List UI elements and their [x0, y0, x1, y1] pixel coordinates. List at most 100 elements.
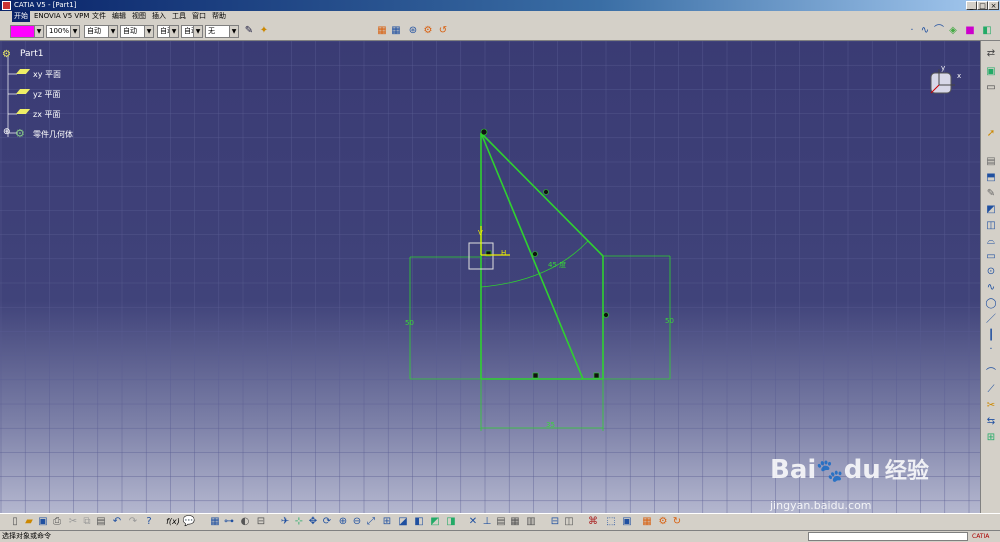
cut-part-icon[interactable]: ⊟ [548, 515, 562, 529]
menu-edit[interactable]: 编辑 [112, 11, 126, 22]
catalog-icon[interactable]: ◐ [238, 515, 252, 529]
sketch-solve-icon[interactable]: ▦ [508, 515, 522, 529]
rectangle-icon[interactable]: ▭ [984, 250, 998, 264]
menu-tools[interactable]: 工具 [172, 11, 186, 22]
opacity-combo[interactable]: 100% ▼ [46, 25, 80, 38]
constraint-symbol[interactable] [480, 128, 488, 136]
exit-workbench-icon[interactable]: ⇄ [984, 47, 998, 61]
color-swatch-combo[interactable]: ▼ [10, 25, 44, 38]
maximize-button[interactable]: □ [977, 1, 988, 10]
constraint-symbol[interactable] [603, 312, 609, 318]
swap-space-icon[interactable]: ◨ [444, 515, 458, 529]
grid-icon[interactable]: ▦ [375, 24, 389, 38]
new-file-icon[interactable]: ▯ [8, 515, 22, 529]
geometry-icon[interactable]: ◩ [984, 203, 998, 217]
circle-icon[interactable]: ⊙ [984, 265, 998, 279]
menu-file[interactable]: 文件 [92, 11, 106, 22]
inertia-icon[interactable]: ▥ [524, 515, 538, 529]
point-icon[interactable]: · [905, 24, 919, 38]
menu-help[interactable]: 帮助 [212, 11, 226, 22]
plane-tool-icon[interactable]: ▭ [984, 81, 998, 95]
zoom-out-icon[interactable]: ⊖ [350, 515, 364, 529]
pan-icon[interactable]: ✥ [306, 515, 320, 529]
fit-all-icon[interactable]: ⊹ [292, 515, 306, 529]
undo-icon[interactable]: ↶ [110, 515, 124, 529]
hide-show-icon[interactable]: ◩ [428, 515, 442, 529]
apply-icon[interactable]: ◧ [980, 24, 994, 38]
sketch-line-diagonal[interactable] [480, 132, 584, 380]
mirror-icon[interactable]: ⇆ [984, 415, 998, 429]
fly-icon[interactable]: ✈ [278, 515, 292, 529]
material-icon[interactable]: ■ [963, 24, 977, 38]
workbench-icon[interactable]: ⌘ [586, 515, 600, 529]
dimension-icon[interactable]: ⚙ [421, 24, 435, 38]
open-icon[interactable]: ▰ [22, 515, 36, 529]
project-icon[interactable]: ⊞ [984, 431, 998, 445]
dim-angle-label[interactable]: 45 度 [548, 260, 566, 269]
constraint-tool-icon[interactable]: ✕ [466, 515, 480, 529]
constraint-symbol[interactable] [593, 372, 600, 379]
corner-icon[interactable]: ⌒ [984, 367, 998, 381]
line-icon[interactable]: ／ [984, 313, 998, 327]
save-icon[interactable]: ▣ [36, 515, 50, 529]
curve-icon[interactable]: ⌒ [932, 24, 946, 38]
auto-constraint-icon[interactable]: ↺ [436, 24, 450, 38]
minimize-button[interactable]: _ [966, 1, 977, 10]
measure-icon[interactable]: ⊟ [254, 515, 268, 529]
axis-icon[interactable]: ┃ [984, 329, 998, 343]
point-combo[interactable]: 自动 ▼ [157, 25, 179, 38]
curve-tool-icon[interactable]: ∿ [984, 281, 998, 295]
iso-view-icon[interactable]: ◪ [396, 515, 410, 529]
help-icon[interactable]: ? [142, 515, 156, 529]
update-icon[interactable]: ↻ [670, 515, 684, 529]
surface-icon[interactable]: ◈ [946, 24, 960, 38]
constraint-symbol[interactable] [532, 372, 539, 379]
normal-view-icon[interactable]: ⤢ [364, 515, 378, 529]
polygon-icon[interactable]: ◫ [984, 219, 998, 233]
redo-icon[interactable]: ↷ [126, 515, 140, 529]
paste-icon[interactable]: ▤ [94, 515, 108, 529]
fix-icon[interactable]: ⊥ [480, 515, 494, 529]
pencil-icon[interactable]: ✎ [984, 187, 998, 201]
menu-insert[interactable]: 插入 [152, 11, 166, 22]
chamfer-icon[interactable]: ⟋ [984, 383, 998, 397]
filter-icon[interactable]: ▣ [620, 515, 634, 529]
spline-tool-icon[interactable]: ⌓ [984, 235, 998, 249]
zoom-in-icon[interactable]: ⊕ [336, 515, 350, 529]
dim-left-height-label[interactable]: 50 [405, 319, 414, 327]
dim-right-height-label[interactable]: 50 [665, 317, 674, 325]
constraint-icon[interactable]: ⊛ [406, 24, 420, 38]
layer-combo[interactable]: 自动 ▼ [181, 25, 203, 38]
snap-icon[interactable]: ▦ [640, 515, 654, 529]
render-combo[interactable]: 无 ▼ [205, 25, 239, 38]
linetype-combo[interactable]: 自动 ▼ [84, 25, 118, 38]
select-icon[interactable]: ➚ [984, 127, 998, 141]
tree-icon[interactable]: ⊶ [222, 515, 236, 529]
snap-grid-icon[interactable]: ▦ [389, 24, 403, 38]
multi-view-icon[interactable]: ⊞ [380, 515, 394, 529]
comment-icon[interactable]: 💬 [182, 515, 196, 529]
spline-icon[interactable]: ∿ [918, 24, 932, 38]
menu-view[interactable]: 视图 [132, 11, 146, 22]
copy-icon[interactable]: ⧉ [80, 515, 94, 529]
menu-start[interactable]: 开始 [12, 11, 30, 22]
auto-dim-icon[interactable]: ⚙ [656, 515, 670, 529]
sketch-icon[interactable]: ▣ [984, 65, 998, 79]
dim-bottom-width-label[interactable]: 35 [546, 421, 555, 429]
visualization-icon[interactable]: ◫ [562, 515, 576, 529]
ellipse-icon[interactable]: ◯ [984, 297, 998, 311]
close-button[interactable]: × [988, 1, 999, 10]
analysis-icon[interactable]: ▤ [494, 515, 508, 529]
trim-icon[interactable]: ✂ [984, 399, 998, 413]
profile-icon[interactable]: ⬒ [984, 171, 998, 185]
point-tool-icon[interactable]: · [984, 343, 998, 357]
thickness-combo[interactable]: 自动 ▼ [120, 25, 154, 38]
paint-brush-icon[interactable]: ✎ [242, 24, 256, 38]
cut-icon[interactable]: ✂ [66, 515, 80, 529]
shading-icon[interactable]: ◧ [412, 515, 426, 529]
constraint-symbol[interactable] [543, 189, 549, 195]
layer-tool-icon[interactable]: ⬚ [604, 515, 618, 529]
table-icon[interactable]: ▦ [208, 515, 222, 529]
geometry-canvas[interactable]: ⚙ Part1 xy 平面 yz 平面 zx 平面 ⊕ ⚙ 零件几何体 y x [0, 41, 980, 513]
sketch-line-slope[interactable] [480, 132, 604, 257]
